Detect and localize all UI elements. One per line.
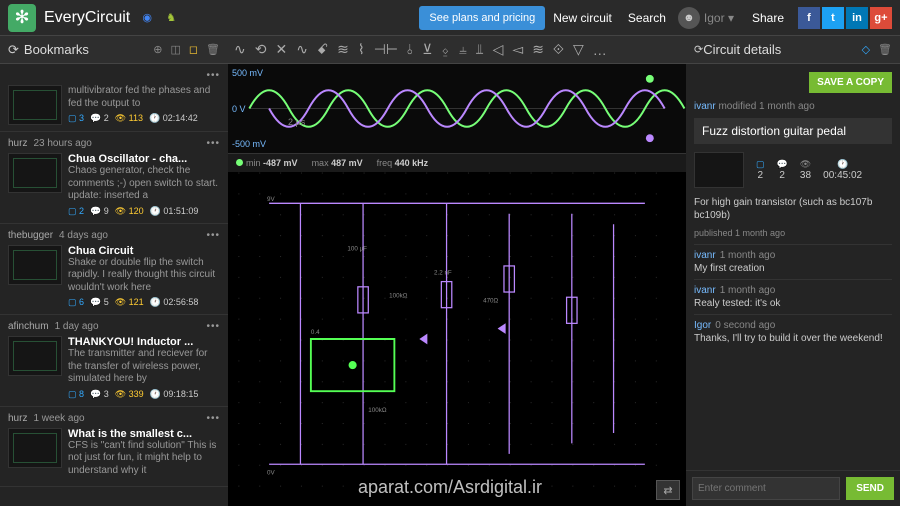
scope-label-time: 2 µs [288, 117, 305, 127]
plans-button[interactable]: See plans and pricing [419, 6, 545, 30]
tool-icon-0[interactable]: ∿ [234, 41, 246, 58]
detail-stats: ▢2 💬2 👁38 🕐00:45:02 [756, 159, 862, 181]
globe-icon[interactable]: ⊕ [153, 43, 162, 56]
sidebar-title: Bookmarks [24, 42, 153, 57]
swap-button[interactable]: ⇄ [656, 480, 680, 500]
published-meta: published 1 month ago [694, 228, 892, 238]
tool-icon-1[interactable]: ⟲ [255, 41, 267, 58]
twitter-icon[interactable]: t [822, 7, 844, 29]
apple-icon[interactable] [186, 9, 204, 27]
facebook-icon[interactable]: f [798, 7, 820, 29]
tool-icon-17[interactable]: ▽ [573, 41, 584, 58]
svg-text:0V: 0V [267, 470, 275, 477]
scope-label-bot: -500 mV [232, 139, 266, 149]
detail-thumbnail [694, 152, 744, 188]
trash-icon[interactable]: 🗑 [206, 43, 220, 56]
tool-icon-9[interactable]: ⊻ [422, 41, 432, 58]
tool-icon-18[interactable]: … [593, 42, 607, 58]
svg-text:470Ω: 470Ω [483, 297, 498, 304]
tool-icon-7[interactable]: ⊣⊢ [374, 41, 398, 58]
tool-icon-11[interactable]: ⫨ [459, 41, 467, 58]
tool-icon-6[interactable]: ⌇ [358, 41, 365, 58]
bookmark-icon[interactable]: ◻ [189, 43, 198, 56]
comment: ivanr1 month agoMy first creation [694, 244, 892, 279]
oscilloscope[interactable]: 500 mV 0 V -500 mV 2 µs [228, 64, 686, 154]
brand: EveryCircuit [44, 9, 130, 27]
feed-post[interactable]: ••• multivibrator fed the phases and fed… [0, 64, 228, 132]
tool-icon-3[interactable]: ∿ [296, 41, 308, 58]
bookmark-icon[interactable]: ◇ [862, 43, 870, 56]
post-thumbnail [8, 85, 62, 125]
circuit-description: For high gain transistor (such as bc107b… [694, 196, 892, 222]
tool-icon-14[interactable]: ◅ [512, 41, 523, 58]
tool-icon-10[interactable]: ⍚ [441, 41, 449, 58]
feed-post[interactable]: afinchum1 day ago••• THANKYOU! Inductor … [0, 315, 228, 407]
more-icon[interactable]: ••• [206, 70, 220, 81]
svg-text:0.4: 0.4 [311, 329, 320, 336]
new-circuit-link[interactable]: New circuit [553, 11, 612, 25]
tool-icon-2[interactable]: ✕ [275, 41, 287, 58]
refresh-icon[interactable]: ⟳ [8, 42, 19, 58]
svg-text:100 µF: 100 µF [347, 245, 367, 252]
scope-label-top: 500 mV [232, 68, 263, 78]
trash-icon[interactable]: 🗑 [878, 43, 892, 56]
feed-post[interactable]: thebugger4 days ago••• Chua CircuitShake… [0, 224, 228, 316]
save-copy-button[interactable]: SAVE A COPY [809, 72, 892, 93]
tool-icon-12[interactable]: ⫫ [476, 41, 484, 58]
avatar[interactable]: ☻ [678, 7, 700, 29]
linkedin-icon[interactable]: in [846, 7, 868, 29]
feed-post[interactable]: hurz1 week ago••• What is the smallest c… [0, 407, 228, 488]
user-label[interactable]: Igor ▾ [704, 11, 734, 25]
post-thumbnail [8, 428, 62, 468]
scope-label-mid: 0 V [232, 104, 246, 114]
tool-icon-4[interactable]: ꗃ [317, 41, 328, 58]
comment: ivanr1 month agoRealy tested: it's ok [694, 279, 892, 314]
modified-meta: ivanr modified 1 month ago [694, 101, 892, 112]
svg-text:2.2 nF: 2.2 nF [434, 269, 452, 276]
share-link[interactable]: Share [752, 11, 784, 25]
comment-input[interactable] [692, 477, 840, 500]
send-button[interactable]: SEND [846, 477, 894, 500]
svg-text:100kΩ: 100kΩ [389, 292, 408, 299]
refresh-icon[interactable]: ⟳ [694, 43, 703, 56]
more-icon[interactable]: ••• [206, 321, 220, 332]
schematic-canvas[interactable]: 9V 0V 100 µF 100kΩ 2.2 nF 470Ω 100kΩ 0.4 ⇄ [228, 172, 686, 506]
logo[interactable]: ✻ [8, 4, 36, 32]
tool-icon-8[interactable]: ⫰ [407, 41, 413, 58]
tool-icon-5[interactable]: ≋ [337, 41, 349, 58]
platform-icons: ◉ ♞ [138, 9, 204, 27]
readout: min -487 mV max 487 mV freq 440 kHz [228, 154, 686, 172]
more-icon[interactable]: ••• [206, 413, 220, 424]
circuit-name: Fuzz distortion guitar pedal [694, 118, 892, 144]
person-icon[interactable]: ◫ [170, 43, 180, 56]
tool-icon-16[interactable]: ⟐ [553, 41, 564, 58]
tool-icon-13[interactable]: ◁ [493, 41, 504, 58]
comment: Igor0 second agoThanks, I'll try to buil… [694, 314, 892, 349]
chrome-icon[interactable]: ◉ [138, 9, 156, 27]
more-icon[interactable]: ••• [206, 230, 220, 241]
feed-post[interactable]: hurz23 hours ago••• Chua Oscillator - ch… [0, 132, 228, 224]
post-thumbnail [8, 336, 62, 376]
svg-text:100kΩ: 100kΩ [368, 407, 387, 414]
post-thumbnail [8, 153, 62, 193]
post-thumbnail [8, 245, 62, 285]
more-icon[interactable]: ••• [206, 138, 220, 149]
svg-text:9V: 9V [267, 196, 275, 203]
android-icon[interactable]: ♞ [162, 9, 180, 27]
search-link[interactable]: Search [628, 11, 666, 25]
tool-icon-15[interactable]: ≋ [532, 41, 544, 58]
rpanel-title: Circuit details [703, 42, 861, 57]
gplus-icon[interactable]: g+ [870, 7, 892, 29]
